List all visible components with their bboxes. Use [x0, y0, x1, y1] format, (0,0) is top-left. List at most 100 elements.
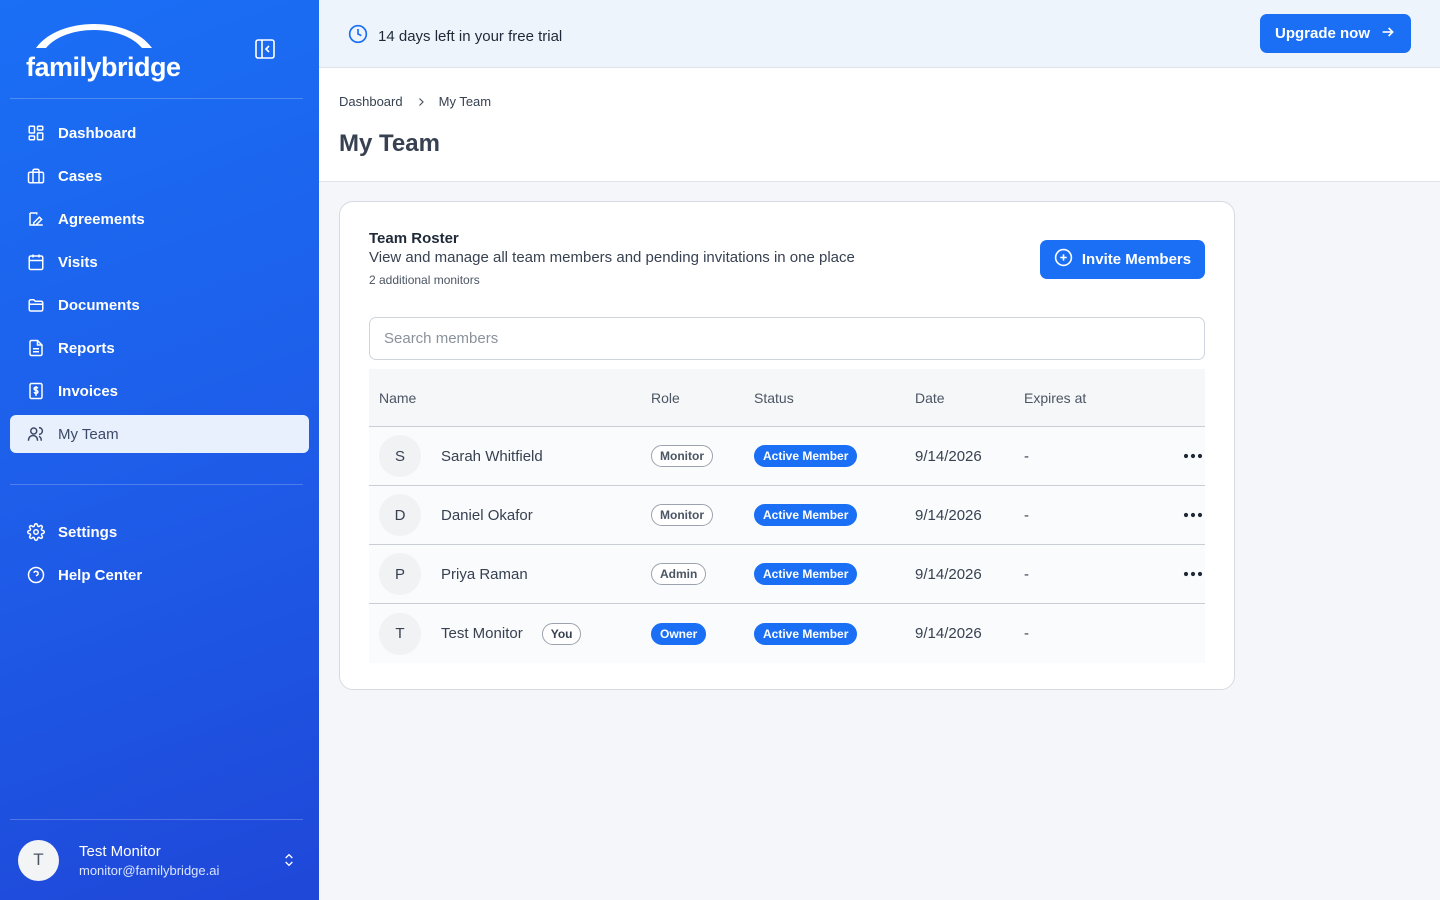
member-date: 9/14/2026 [915, 447, 982, 465]
upgrade-label: Upgrade now [1274, 25, 1370, 42]
folder-icon [26, 295, 46, 315]
chevrons-up-down-icon [281, 852, 297, 868]
invite-members-button[interactable]: Invite Members [1040, 240, 1205, 279]
additional-monitors-note: 2 additional monitors [369, 273, 480, 287]
page-title: My Team [339, 130, 440, 157]
sidebar-item-label: Reports [58, 339, 115, 357]
role-badge: Monitor [651, 445, 713, 467]
sidebar-divider [10, 98, 303, 99]
file-text-icon [26, 338, 46, 358]
sidebar-item-label: My Team [58, 425, 119, 443]
member-date: 9/14/2026 [915, 625, 982, 642]
member-name: Sarah Whitfield [441, 447, 543, 465]
sidebar-item-reports[interactable]: Reports [10, 329, 309, 367]
member-cell: S Sarah Whitfield [369, 435, 651, 477]
column-header-role: Role [651, 389, 680, 406]
dollar-icon [26, 381, 46, 401]
help-icon [26, 565, 46, 585]
sidebar-item-label: Documents [58, 296, 140, 314]
trial-message: 14 days left in your free trial [348, 24, 562, 48]
users-icon [26, 424, 46, 444]
sidebar-item-label: Dashboard [58, 124, 137, 142]
collapse-sidebar-icon[interactable] [253, 37, 277, 61]
sidebar-item-documents[interactable]: Documents [10, 286, 309, 324]
sidebar-item-visits[interactable]: Visits [10, 243, 309, 281]
member-cell: T Test Monitor You [369, 612, 651, 655]
trial-banner: 14 days left in your free trial Upgrade … [319, 0, 1440, 68]
sidebar-item-agreements[interactable]: Agreements [10, 200, 309, 238]
user-menu[interactable]: T Test Monitor monitor@familybridge.ai [18, 838, 303, 882]
sidebar-divider [10, 484, 303, 485]
sidebar-item-label: Visits [58, 253, 98, 271]
avatar: D [379, 494, 421, 536]
sidebar-item-my-team[interactable]: My Team [10, 415, 309, 453]
secondary-nav: Settings Help Center [10, 513, 309, 599]
sidebar-item-invoices[interactable]: Invoices [10, 372, 309, 410]
role-badge: Owner [651, 622, 707, 645]
you-badge: You [541, 622, 582, 645]
user-email: monitor@familybridge.ai [79, 862, 220, 878]
clock-icon [348, 24, 378, 48]
status-badge: Active Member [754, 445, 858, 467]
familybridge-logo[interactable]: familybridge [26, 14, 181, 86]
member-name: Priya Raman [441, 565, 528, 583]
upgrade-now-button[interactable]: Upgrade now [1260, 14, 1411, 53]
grid-icon [26, 123, 46, 143]
member-cell: P Priya Raman [369, 553, 651, 595]
plus-circle-icon [1054, 248, 1082, 271]
primary-nav: Dashboard Cases Agreements Visits Docume… [10, 114, 309, 458]
sidebar-divider [10, 819, 303, 820]
column-header-name: Name [379, 389, 417, 406]
role-badge: Monitor [651, 504, 713, 526]
page-header: Dashboard My Team My Team [319, 68, 1440, 182]
chevron-right-icon [415, 96, 427, 108]
avatar: T [379, 612, 421, 655]
column-header-status: Status [754, 389, 794, 406]
sidebar-item-label: Help Center [58, 566, 143, 584]
user-info: Test Monitor monitor@familybridge.ai [79, 843, 281, 878]
gear-icon [26, 522, 46, 542]
column-header-expires: Expires at [1024, 389, 1087, 406]
more-horizontal-icon[interactable] [1181, 505, 1205, 525]
more-horizontal-icon[interactable] [1181, 564, 1205, 584]
bridge-arc-icon [36, 24, 152, 48]
table-row: S Sarah Whitfield Monitor Active Member … [369, 427, 1205, 486]
arrow-right-icon [1370, 24, 1396, 44]
member-expires: - [1024, 447, 1029, 465]
table-header: Name Role Status Date Expires at [369, 369, 1205, 427]
sidebar-item-dashboard[interactable]: Dashboard [10, 114, 309, 152]
logo-text: familybridge [26, 52, 181, 82]
edit-icon [26, 209, 46, 229]
sidebar-item-label: Agreements [58, 210, 145, 228]
sidebar-item-cases[interactable]: Cases [10, 157, 309, 195]
table-row: T Test Monitor You Owner Active Member 9… [369, 604, 1205, 663]
trial-text: 14 days left in your free trial [378, 27, 563, 45]
column-header-date: Date [915, 389, 945, 406]
member-expires: - [1024, 625, 1029, 642]
sidebar-item-help-center[interactable]: Help Center [10, 556, 309, 594]
role-badge: Admin [651, 563, 707, 585]
member-date: 9/14/2026 [915, 565, 982, 583]
more-horizontal-icon[interactable] [1181, 446, 1205, 466]
status-badge: Active Member [754, 563, 858, 585]
member-date: 9/14/2026 [915, 506, 982, 524]
table-row: D Daniel Okafor Monitor Active Member 9/… [369, 486, 1205, 545]
breadcrumb-dashboard-link[interactable]: Dashboard [339, 94, 403, 109]
invite-label: Invite Members [1081, 251, 1192, 268]
member-name: Test Monitor [441, 625, 523, 642]
sidebar-item-settings[interactable]: Settings [10, 513, 309, 551]
member-expires: - [1024, 506, 1029, 524]
avatar: S [379, 435, 421, 477]
team-roster-card: Team Roster View and manage all team mem… [339, 201, 1235, 690]
member-expires: - [1024, 565, 1029, 583]
breadcrumb: Dashboard My Team [339, 94, 491, 109]
table-row: P Priya Raman Admin Active Member 9/14/2… [369, 545, 1205, 604]
card-subtitle: View and manage all team members and pen… [369, 249, 855, 266]
member-cell: D Daniel Okafor [369, 494, 651, 536]
avatar: P [379, 553, 421, 595]
search-members-input[interactable] [369, 317, 1205, 360]
sidebar: familybridge Dashboard Cases Agreements [0, 0, 319, 900]
breadcrumb-current: My Team [438, 94, 492, 109]
sidebar-item-label: Settings [58, 523, 118, 541]
sidebar-item-label: Cases [58, 167, 103, 185]
